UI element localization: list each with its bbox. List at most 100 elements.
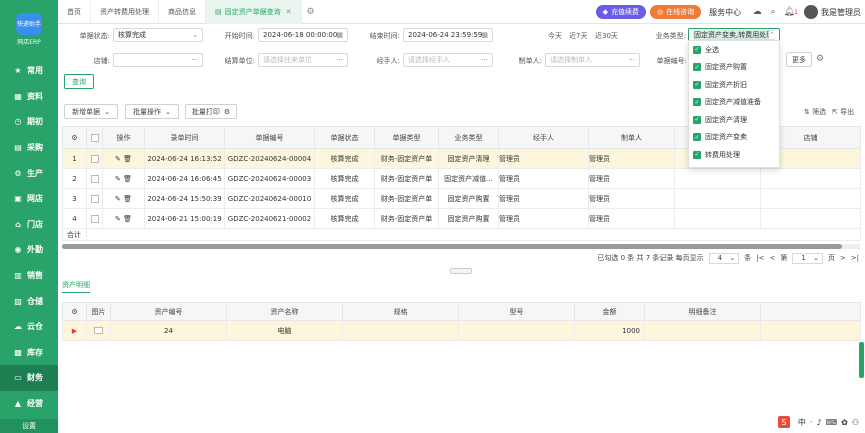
select-all-checkbox[interactable] bbox=[86, 126, 103, 149]
col-header[interactable]: 资产编号 bbox=[110, 302, 227, 321]
export-button[interactable]: ⇱ 导出 bbox=[832, 107, 854, 117]
shop-input[interactable]: ··· bbox=[113, 53, 203, 67]
side-handle[interactable] bbox=[859, 342, 864, 378]
col-header[interactable]: 单据状态 bbox=[314, 126, 375, 149]
edit-icon[interactable]: ✎ bbox=[115, 175, 121, 183]
sidebar-item-ziliao[interactable]: ▦ 资料 bbox=[0, 84, 58, 110]
splitter-handle[interactable] bbox=[450, 268, 472, 274]
cell-code[interactable]: GDZC-20240621-00002 bbox=[224, 208, 315, 229]
row-checkbox[interactable] bbox=[86, 148, 103, 169]
gear-icon[interactable]: ⚙ bbox=[307, 7, 315, 17]
col-header[interactable]: 单据编号 bbox=[224, 126, 315, 149]
ime-lang[interactable]: 中 bbox=[798, 417, 806, 428]
skin-icon[interactable]: ✿ bbox=[841, 418, 848, 427]
mic-icon[interactable]: ♪ bbox=[816, 418, 821, 427]
tab-fixed-asset-query[interactable]: ▤ 固定资产单据查询 ✕ bbox=[206, 0, 302, 24]
punctuation-icon[interactable]: · bbox=[810, 418, 813, 427]
column-settings[interactable]: ⚙ bbox=[62, 126, 87, 149]
sidebar-item-yuncang[interactable]: ☁ 云仓 bbox=[0, 314, 58, 340]
row-checkbox[interactable] bbox=[86, 188, 103, 209]
tab-asset-expense[interactable]: 资产转费用处理 bbox=[91, 0, 159, 24]
col-header[interactable]: 型号 bbox=[458, 302, 575, 321]
user-icon[interactable]: ⚇ bbox=[852, 418, 859, 427]
row-checkbox[interactable] bbox=[86, 208, 103, 229]
next-page-icon[interactable]: > bbox=[840, 254, 846, 262]
today-link[interactable]: 今天 bbox=[548, 31, 562, 41]
maker-input[interactable]: 请选择制单人 ··· bbox=[545, 53, 640, 67]
sidebar-item-caiwu[interactable]: ▭ 财务 bbox=[0, 365, 58, 391]
avatar[interactable] bbox=[804, 5, 818, 19]
horizontal-scrollbar[interactable] bbox=[62, 244, 860, 249]
col-header[interactable]: 录单时间 bbox=[144, 126, 225, 149]
renew-button[interactable]: ◆ 充值续费 bbox=[595, 5, 647, 19]
query-button[interactable]: 查询 bbox=[64, 74, 94, 89]
table-row[interactable]: 3 ✎ 🗑︎ 2024-06-24 15:50:39 GDZC-20240624… bbox=[62, 188, 861, 209]
delete-icon[interactable]: 🗑︎ bbox=[123, 155, 132, 163]
sidebar-item-changyong[interactable]: ★ 常用 bbox=[0, 58, 58, 84]
edit-icon[interactable]: ✎ bbox=[115, 215, 121, 223]
tab-home[interactable]: 首页 bbox=[58, 0, 91, 24]
table-row[interactable]: 4 ✎ 🗑︎ 2024-06-21 15:00:19 GDZC-20240621… bbox=[62, 208, 861, 229]
col-header[interactable]: 金额 bbox=[574, 302, 645, 321]
more-filters-button[interactable]: 更多 bbox=[786, 52, 812, 67]
cell-code[interactable]: GDZC-20240624-00010 bbox=[224, 188, 315, 209]
page-select[interactable]: 1 ⌄ bbox=[792, 252, 823, 264]
batch-print-button[interactable]: 批量打印 ⚙ bbox=[185, 104, 237, 119]
col-header[interactable]: 制单人 bbox=[588, 126, 675, 149]
last7-link[interactable]: 近7天 bbox=[569, 31, 587, 41]
dropdown-item[interactable]: ✓ 转费用处理 bbox=[689, 146, 779, 164]
close-icon[interactable]: ✕ bbox=[286, 8, 292, 16]
filter-button[interactable]: ⇅ 筛选 bbox=[804, 107, 826, 117]
image-placeholder-icon[interactable] bbox=[86, 320, 111, 341]
column-settings[interactable]: ⚙ bbox=[62, 302, 87, 321]
settle-unit-input[interactable]: 请选择往来单位 ··· bbox=[258, 53, 348, 67]
col-header[interactable]: 规格 bbox=[342, 302, 459, 321]
sidebar-item-kucun[interactable]: ▩ 库存 bbox=[0, 340, 58, 366]
edit-icon[interactable]: ✎ bbox=[115, 155, 121, 163]
sidebar-item-xiaoshou[interactable]: ▥ 销售 bbox=[0, 263, 58, 289]
col-header[interactable]: 经手人 bbox=[498, 126, 589, 149]
dropdown-item-select-all[interactable]: ✓ 全选 bbox=[689, 41, 779, 59]
user-name[interactable]: 我是管理员 bbox=[821, 7, 861, 18]
dropdown-item[interactable]: ✓ 固定资产购置 bbox=[689, 59, 779, 77]
dropdown-item[interactable]: ✓ 固定资产折旧 bbox=[689, 76, 779, 94]
detail-tab[interactable]: 资产明细 bbox=[62, 280, 90, 293]
dropdown-item[interactable]: ✓ 固定资产清理 bbox=[689, 111, 779, 129]
row-checkbox[interactable] bbox=[86, 168, 103, 189]
cell-code[interactable]: GDZC-20240624-00003 bbox=[224, 168, 315, 189]
col-header[interactable]: 单据类型 bbox=[374, 126, 439, 149]
edit-icon[interactable]: ✎ bbox=[115, 195, 121, 203]
sidebar-item-shengchan[interactable]: ⚙ 生产 bbox=[0, 160, 58, 186]
gear-icon[interactable]: ⚙ bbox=[816, 54, 824, 64]
start-time-input[interactable]: 2024-06-18 00:00:00 ▦ bbox=[258, 28, 348, 42]
sidebar-item-qichu[interactable]: ◷ 期初 bbox=[0, 109, 58, 135]
doc-status-select[interactable]: 核算完成 ⌄ bbox=[113, 28, 203, 42]
last-page-icon[interactable]: >| bbox=[851, 254, 859, 262]
service-center-link[interactable]: 服务中心 bbox=[709, 7, 741, 18]
last30-link[interactable]: 近30天 bbox=[595, 31, 618, 41]
table-row[interactable]: 2 ✎ 🗑︎ 2024-06-24 16:06:45 GDZC-20240624… bbox=[62, 168, 861, 189]
new-doc-button[interactable]: 新增单据 ⌄ bbox=[64, 104, 118, 119]
sidebar-item-caigou[interactable]: ▤ 采购 bbox=[0, 135, 58, 161]
sidebar-item-jingying[interactable]: ▲ 经营 bbox=[0, 391, 58, 417]
page-size-select[interactable]: 4 ⌄ bbox=[708, 252, 740, 264]
col-header[interactable]: 业务类型 bbox=[438, 126, 499, 149]
sidebar-item-cangchu[interactable]: ▨ 仓储 bbox=[0, 288, 58, 314]
col-header[interactable]: 明细备注 bbox=[644, 302, 761, 321]
sidebar-item-wangdian[interactable]: ▣ 网店 bbox=[0, 186, 58, 212]
first-page-icon[interactable]: |< bbox=[756, 254, 764, 262]
dropdown-item[interactable]: ✓ 固定资产减值准备 bbox=[689, 94, 779, 112]
col-header[interactable]: 资产名称 bbox=[226, 302, 343, 321]
settings-button[interactable]: 设置 bbox=[0, 419, 58, 433]
batch-ops-button[interactable]: 批量操作 ⌄ bbox=[125, 104, 179, 119]
search-icon[interactable]: ⌕ bbox=[765, 7, 781, 17]
delete-icon[interactable]: 🗑︎ bbox=[123, 215, 132, 223]
keyboard-icon[interactable]: ⌨ bbox=[826, 418, 838, 427]
sidebar-item-mendian[interactable]: ⌂ 门店 bbox=[0, 212, 58, 238]
dropdown-item[interactable]: ✓ 固定资产变卖 bbox=[689, 129, 779, 147]
table-row[interactable]: ▶ 24 电脑 1000 bbox=[62, 320, 861, 341]
consult-button[interactable]: ◎ 在线咨询 bbox=[650, 5, 702, 19]
prev-page-icon[interactable]: < bbox=[769, 254, 775, 262]
delete-icon[interactable]: 🗑︎ bbox=[123, 175, 132, 183]
delete-icon[interactable]: 🗑︎ bbox=[123, 195, 132, 203]
